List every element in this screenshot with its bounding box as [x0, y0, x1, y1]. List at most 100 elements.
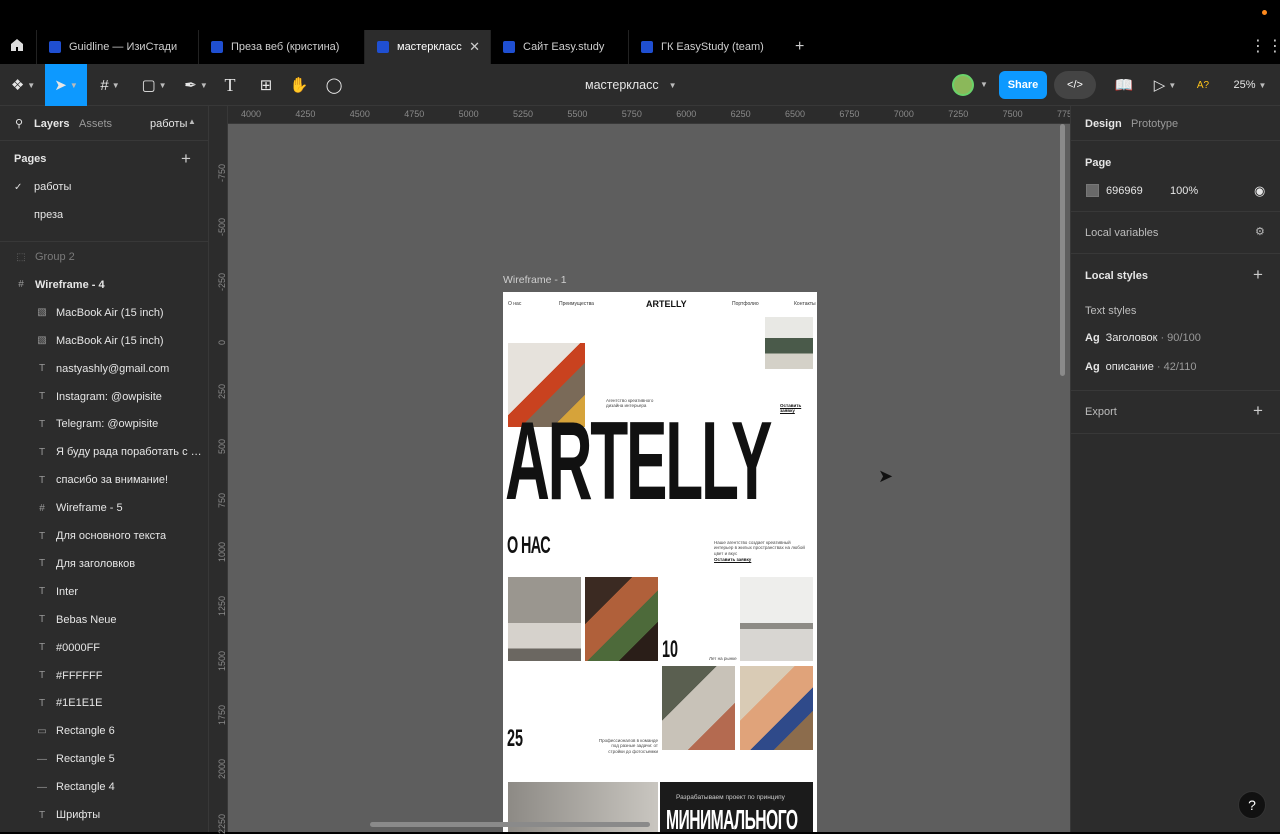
chevron-down-icon[interactable]: ▼ [980, 80, 988, 89]
layer-item[interactable]: T #FFFFFF [0, 662, 208, 690]
tab-assets[interactable]: Assets [79, 118, 112, 130]
layer-item[interactable]: T Instagram: @owpisite [0, 383, 208, 411]
pages-title: Pages [14, 153, 47, 165]
layer-item[interactable]: — Rectangle 4 [0, 773, 208, 801]
layer-item[interactable]: T Inter [0, 578, 208, 606]
layer-item[interactable]: T Шрифты [0, 801, 208, 829]
pen-tool-button[interactable]: ✒ ▼ [176, 64, 216, 106]
chevron-down-icon: ▼ [199, 80, 208, 90]
hand-tool-button[interactable]: ✋ [287, 64, 311, 106]
layer-name: Bebas Neue [56, 613, 117, 626]
help-button[interactable]: ? [1238, 791, 1266, 819]
layer-item[interactable]: ▧ MacBook Air (15 inch) [0, 327, 208, 355]
site-hero-title: ARTELLY [505, 399, 772, 523]
page-color-swatch[interactable] [1086, 184, 1099, 197]
canvas[interactable]: Wireframe - 1 О нас Преимущества ARTELLY… [228, 124, 1070, 832]
tab-prototype[interactable]: Prototype [1131, 118, 1178, 130]
text-icon: T [38, 586, 46, 598]
ruler-tick-label: 5250 [513, 109, 534, 119]
layer-name: Я буду рада поработать с вами! [56, 446, 206, 459]
tab-layers[interactable]: Layers [34, 118, 69, 130]
tab-design[interactable]: Design [1085, 118, 1122, 130]
text-style-description[interactable]: Ag описание · 42/110 [1085, 361, 1196, 373]
layer-item[interactable]: Tnastyashly@gmail.com [0, 355, 208, 383]
layer-name: Для заголовков [56, 557, 136, 570]
page-item-raboty[interactable]: ✓ работы [0, 173, 208, 201]
site-about-cta: Оставить заявку [714, 557, 752, 562]
layer-item[interactable]: T Я буду рада поработать с вами! [0, 438, 208, 466]
share-button[interactable]: Share [999, 71, 1047, 99]
layer-item[interactable]: — Rectangle 5 [0, 745, 208, 773]
layer-item[interactable]: T Bebas Neue [0, 606, 208, 634]
rect-icon: ▭ [37, 725, 47, 737]
more-icon[interactable]: ⋮⋮ [1250, 36, 1280, 56]
move-tool-button[interactable]: ➤ ▼ [45, 64, 87, 106]
layer-item[interactable]: T Для основного текста [0, 522, 208, 550]
font-warning[interactable]: A? [1192, 64, 1214, 106]
text-tool-button[interactable]: T [218, 64, 242, 106]
code-icon: </> [1067, 79, 1083, 91]
add-page-plus-icon[interactable]: + [181, 149, 191, 169]
site-nav-about: О нас [508, 301, 522, 307]
file-name-menu[interactable]: мастеркласс ▼ [585, 64, 677, 106]
layer-name: #1E1E1E [56, 697, 103, 710]
comment-tool-button[interactable]: ◯ [322, 64, 346, 106]
text-style-heading[interactable]: Ag Заголовок · 90/100 [1085, 332, 1201, 344]
shape-tool-button[interactable]: ▢ ▼ [134, 64, 174, 106]
search-icon[interactable]: ⚲ [15, 117, 23, 130]
current-page-selector[interactable]: работы [150, 118, 187, 130]
layer-item[interactable]: T Telegram: @owpisite [0, 410, 208, 438]
layer-item[interactable]: T #0000FF [0, 634, 208, 662]
layer-item[interactable]: T Для заголовков [0, 550, 208, 578]
layer-name: Rectangle 4 [56, 781, 115, 794]
avatar[interactable] [952, 74, 974, 96]
tab-easy-study[interactable]: Сайт Easy.study [490, 30, 628, 64]
text-icon: T [38, 446, 46, 458]
layer-item[interactable]: ⬚ Group 2 [0, 243, 208, 271]
tab-gk-easystudy[interactable]: ГК EasyStudy (team) [628, 30, 788, 64]
layer-name: Instagram: @owpisite [56, 390, 162, 403]
layer-name: Rectangle 5 [56, 753, 115, 766]
add-export-plus-icon[interactable]: + [1253, 401, 1263, 421]
ruler-tick-label: 4250 [295, 109, 316, 119]
export-label[interactable]: Export [1085, 406, 1117, 418]
dev-mode-toggle[interactable]: </> [1054, 71, 1096, 99]
main-menu-button[interactable]: ❖ ▼ [4, 64, 42, 106]
page-color-hex[interactable]: 696969 [1106, 185, 1143, 197]
image-icon: ▧ [37, 307, 47, 319]
figma-file-icon [211, 41, 223, 53]
home-icon[interactable] [6, 37, 28, 59]
tab-masterclass[interactable]: мастеркласс ✕ [364, 30, 490, 64]
ruler-tick-label: 4500 [349, 109, 370, 119]
frame-tool-button[interactable]: # ▼ [90, 64, 130, 106]
horizontal-scrollbar[interactable] [370, 822, 650, 827]
zoom-menu[interactable]: 25% ▼ [1228, 64, 1272, 106]
resources-button[interactable]: ⊞ [254, 64, 278, 106]
frame-label[interactable]: Wireframe - 1 [503, 274, 567, 286]
chevron-up-icon[interactable]: ▲ [188, 117, 196, 126]
tab-preza[interactable]: Преза веб (кристина) [198, 30, 364, 64]
wireframe-1[interactable]: О нас Преимущества ARTELLY Портфолио Кон… [503, 292, 817, 832]
layer-item[interactable]: # Wireframe - 5 [0, 494, 208, 522]
variables-settings-icon[interactable]: ⚙ [1255, 225, 1265, 238]
page-item-preza[interactable]: преза [0, 201, 208, 229]
tab-guidline[interactable]: Guidline — ИзиСтади [36, 30, 198, 64]
layer-item[interactable]: T #1E1E1E [0, 689, 208, 717]
layer-item[interactable]: Tспасибо за внимание! [0, 466, 208, 494]
new-tab-plus-icon[interactable]: + [795, 38, 804, 56]
line-icon: — [37, 781, 47, 793]
vertical-scrollbar[interactable] [1060, 124, 1065, 376]
layer-item[interactable]: ▭ Rectangle 6 [0, 717, 208, 745]
layer-item[interactable]: # Wireframe - 4 [0, 271, 208, 299]
local-variables-label[interactable]: Local variables [1085, 227, 1158, 239]
library-button[interactable]: 📖 [1112, 64, 1136, 106]
layer-item[interactable]: ▧ MacBook Air (15 inch) [0, 299, 208, 327]
eye-icon[interactable]: ◉ [1254, 183, 1265, 199]
add-style-plus-icon[interactable]: + [1253, 265, 1263, 285]
close-icon[interactable]: ✕ [469, 39, 480, 55]
layer-name: #0000FF [56, 641, 101, 654]
present-button[interactable]: ▷ ▼ [1148, 64, 1182, 106]
layer-name: Rectangle 6 [56, 725, 115, 738]
image-icon: ▧ [37, 335, 47, 347]
page-opacity[interactable]: 100% [1170, 185, 1198, 197]
